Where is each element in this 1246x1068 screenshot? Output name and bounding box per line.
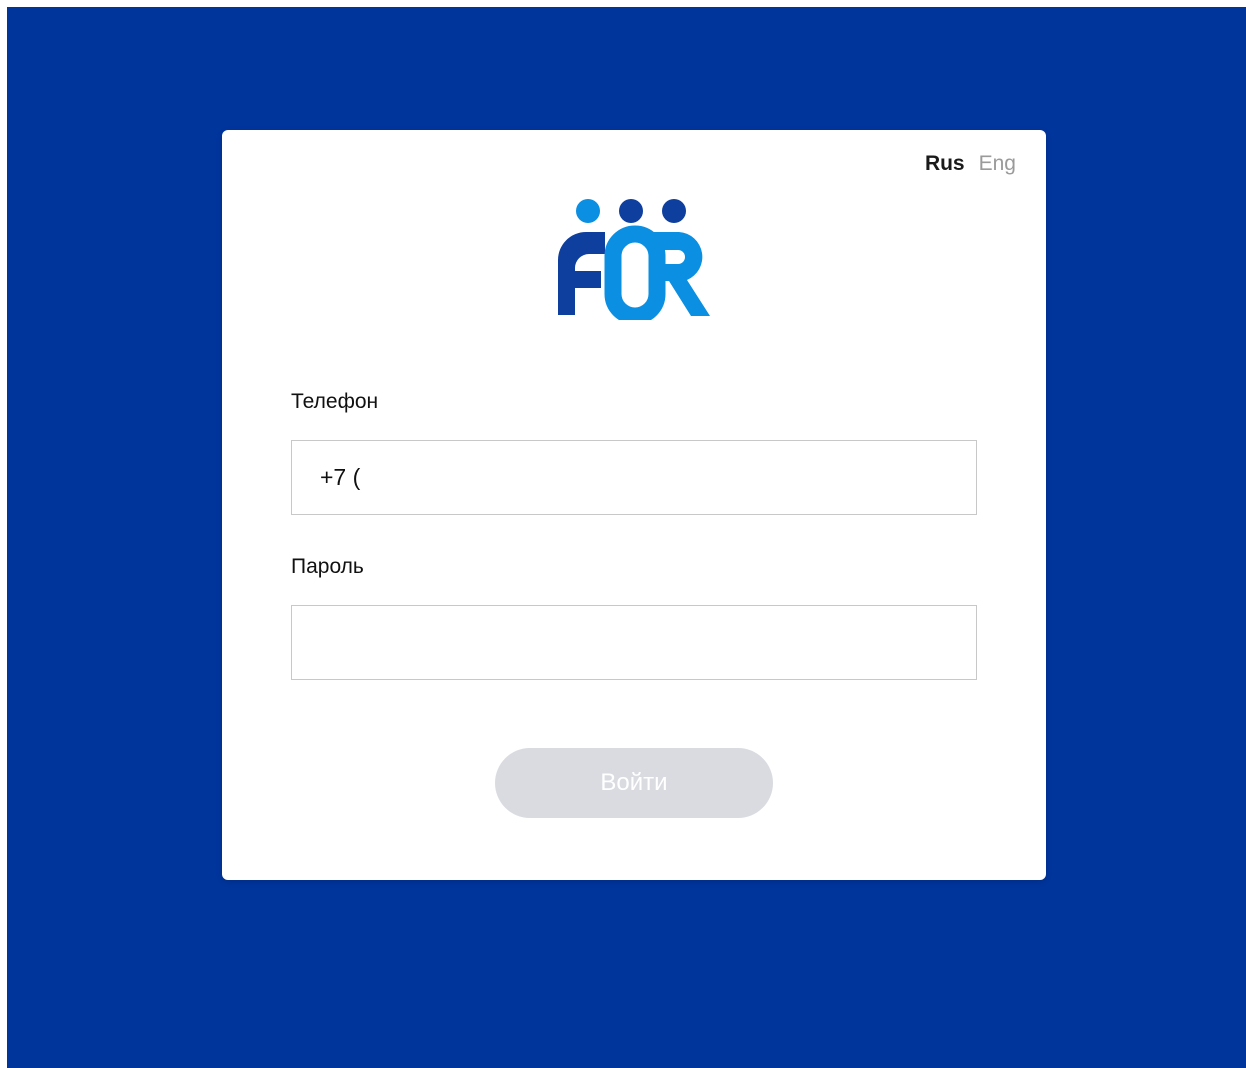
logo-dot-1 <box>576 199 600 223</box>
language-switcher: Rus Eng <box>925 152 1016 176</box>
login-card: Rus Eng Телефон Пароль Войти <box>222 130 1046 880</box>
logo-dot-2 <box>619 199 643 223</box>
phone-label: Телефон <box>291 390 379 413</box>
logo-letter-o <box>604 225 666 320</box>
password-label: Пароль <box>291 555 364 578</box>
lang-eng-option[interactable]: Eng <box>979 152 1016 176</box>
password-input[interactable] <box>291 605 977 680</box>
login-button[interactable]: Войти <box>495 748 773 818</box>
lang-rus-option[interactable]: Rus <box>925 152 965 176</box>
logo-letter-f <box>558 232 605 315</box>
for-logo <box>558 199 710 320</box>
logo-dot-3 <box>662 199 686 223</box>
page-background: Rus Eng Телефон Пароль Войти <box>7 7 1246 1068</box>
phone-input[interactable] <box>291 440 977 515</box>
